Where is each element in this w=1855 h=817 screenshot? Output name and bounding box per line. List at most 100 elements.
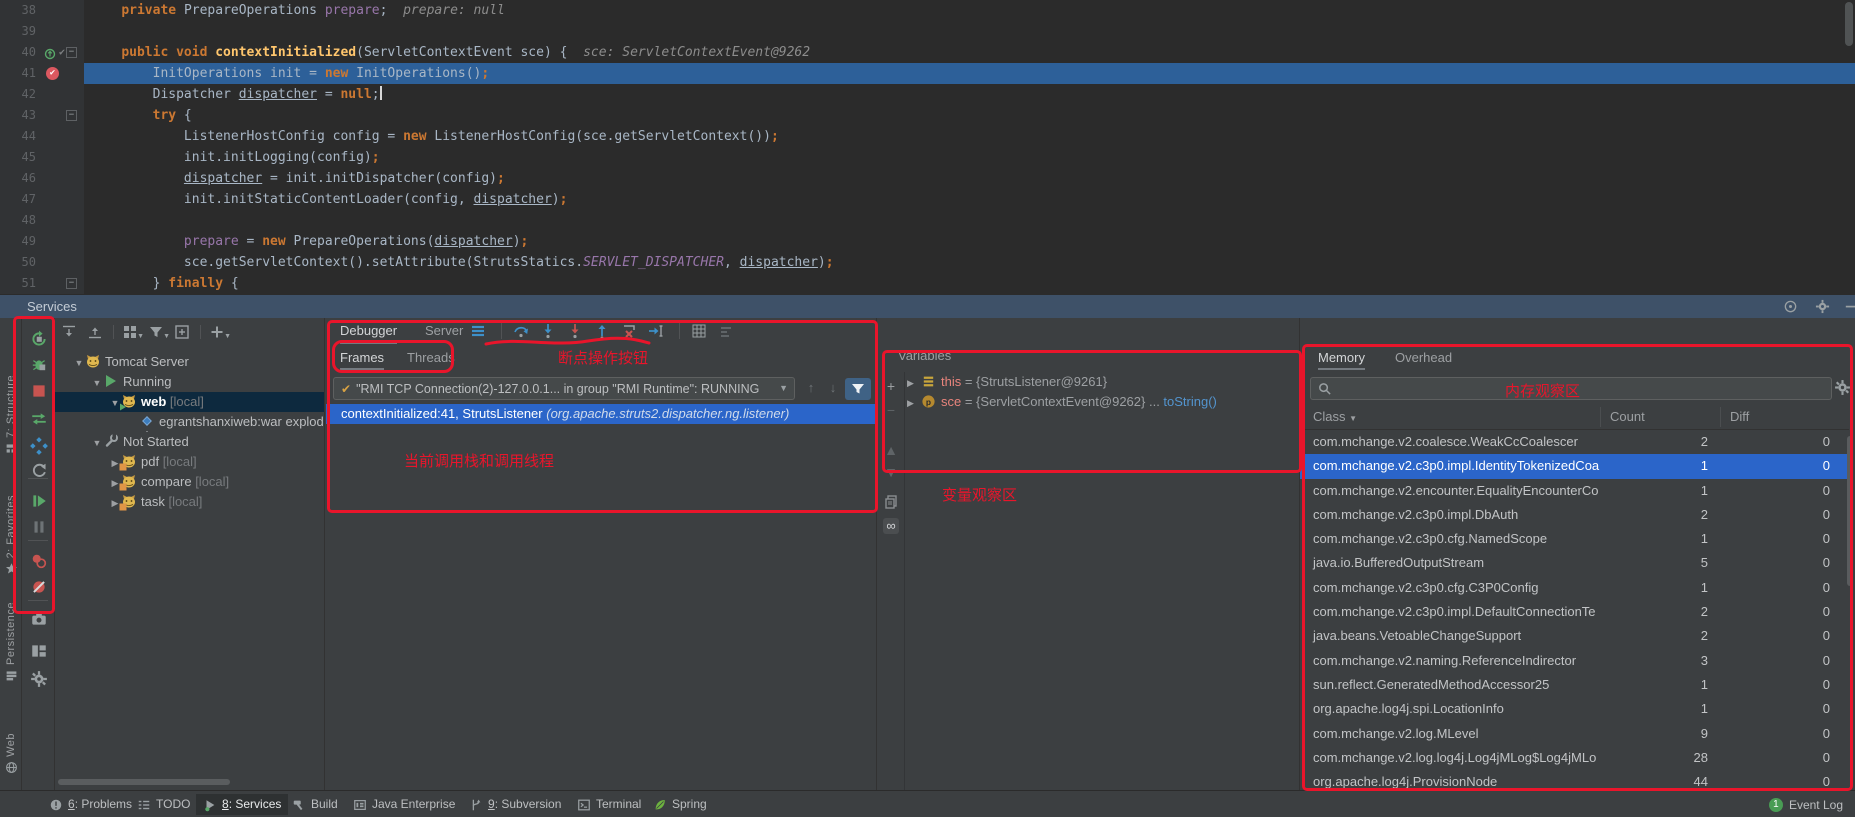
run-to-cursor-button[interactable]: [648, 323, 664, 339]
column-class[interactable]: Class ▼: [1313, 404, 1357, 432]
tree-item-not-started[interactable]: ▼Not Started: [55, 432, 325, 452]
code-line[interactable]: 49 prepare = new PrepareOperations(dispa…: [0, 231, 1855, 252]
services-tree-panel[interactable]: ▼ ▼ ▼ ▼Tomcat Server▼Running▼web [local]eg…: [55, 318, 325, 790]
editor-scrollbar[interactable]: [1845, 2, 1853, 46]
memory-class-row[interactable]: com.mchange.v2.coalesce.WeakCcCoalescer2…: [1300, 430, 1849, 454]
memory-class-row[interactable]: org.apache.log4j.spi.LocationInfo10: [1300, 697, 1849, 721]
memory-search-input[interactable]: [1310, 377, 1832, 400]
services-tool-window-header[interactable]: Services: [0, 295, 1855, 318]
move-up-button[interactable]: ▲: [883, 442, 899, 458]
expand-icon[interactable]: [61, 324, 77, 340]
tree-item-running[interactable]: ▼Running: [55, 372, 325, 392]
tab-server[interactable]: Server: [425, 318, 463, 344]
memory-class-row[interactable]: com.mchange.v2.c3p0.cfg.C3P0Config10: [1300, 576, 1849, 600]
tree-item-tomcat-server[interactable]: ▼Tomcat Server: [55, 352, 325, 372]
statusbar-spring-button[interactable]: Spring: [646, 794, 714, 815]
step-into-button[interactable]: [540, 323, 556, 339]
hide-library-frames-filter-button[interactable]: [845, 378, 871, 400]
code-line[interactable]: 40✔− public void contextInitialized(Serv…: [0, 42, 1855, 63]
code-line[interactable]: 39: [0, 21, 1855, 42]
collapse-icon[interactable]: [87, 324, 103, 340]
memory-class-row[interactable]: com.mchange.v2.log.MLevel90: [1300, 722, 1849, 746]
tool-window-stripe--structure[interactable]: 7: Structure: [0, 375, 22, 485]
step-over-button[interactable]: [513, 323, 529, 339]
memory-class-row[interactable]: com.mchange.v2.c3p0.impl.DbAuth20: [1300, 503, 1849, 527]
memory-class-row[interactable]: sun.reflect.GeneratedMethodAccessor2510: [1300, 673, 1849, 697]
tree-item-egrantshanxiweb-war-explod[interactable]: egrantshanxiweb:war explod: [55, 412, 325, 432]
tree-item-task[interactable]: ▶task [local]: [55, 492, 325, 512]
layout-button[interactable]: [30, 642, 48, 660]
memory-class-row[interactable]: com.mchange.v2.c3p0.impl.DefaultConnecti…: [1300, 600, 1849, 624]
tree-item-pdf[interactable]: ▶pdf [local]: [55, 452, 325, 472]
tree-open-arrow-icon[interactable]: ▼: [73, 353, 85, 372]
fold-marker[interactable]: −: [66, 110, 77, 121]
fold-marker[interactable]: −: [66, 278, 77, 289]
statusbar-build-button[interactable]: Build: [285, 794, 345, 815]
expand-arrow-icon[interactable]: ▶: [907, 373, 921, 393]
frameplus-icon[interactable]: [174, 324, 190, 340]
settings-gear-icon[interactable]: [1815, 299, 1830, 314]
event-log-button[interactable]: 1 Event Log: [1769, 794, 1843, 815]
layout-menu-icon[interactable]: [470, 323, 486, 339]
column-diff[interactable]: Diff: [1730, 404, 1749, 430]
filter-icon[interactable]: ▼: [148, 324, 164, 340]
add-watch-button[interactable]: +: [883, 378, 899, 394]
tool-window-stripe-web[interactable]: Web: [0, 733, 22, 785]
tree-open-arrow-icon[interactable]: ▼: [91, 373, 103, 392]
variable-row-sce[interactable]: ▶psce = {ServletContextEvent@9262} ... t…: [907, 392, 1217, 412]
tree-item-web[interactable]: ▼web [local]: [55, 392, 325, 412]
code-line[interactable]: 50 sce.getServletContext().setAttribute(…: [0, 252, 1855, 273]
evaluate-grid-icon[interactable]: [691, 323, 707, 339]
statusbar-terminal-button[interactable]: Terminal: [570, 794, 648, 815]
pause-button[interactable]: [30, 518, 48, 536]
code-line[interactable]: 42 Dispatcher dispatcher = null;: [0, 84, 1855, 105]
mute-breakpoints-button[interactable]: [30, 578, 48, 596]
tab-debugger[interactable]: Debugger: [340, 318, 397, 344]
tree-open-arrow-icon[interactable]: ▼: [91, 433, 103, 452]
rerun-button[interactable]: [30, 330, 48, 348]
code-line[interactable]: 46 dispatcher = init.initDispatcher(conf…: [0, 168, 1855, 189]
tab-overhead[interactable]: Overhead: [1395, 346, 1452, 370]
move-down-button[interactable]: ▼: [883, 464, 899, 480]
fold-marker[interactable]: −: [66, 47, 77, 58]
duplicate-button[interactable]: [883, 494, 899, 510]
tool-window-stripe--favorites[interactable]: 2: Favorites: [0, 495, 22, 601]
memory-class-row[interactable]: com.mchange.v2.c3p0.cfg.NamedScope10: [1300, 527, 1849, 551]
code-line[interactable]: 48: [0, 210, 1855, 231]
deploy-arrows-button[interactable]: [30, 410, 48, 428]
memory-class-row[interactable]: java.beans.VetoableChangeSupport20: [1300, 624, 1849, 648]
statusbar-java-enterprise-button[interactable]: Java Enterprise: [346, 794, 462, 815]
stop-button[interactable]: [30, 382, 48, 400]
memory-class-row[interactable]: com.mchange.v2.log.log4j.Log4jMLog$Log4j…: [1300, 746, 1849, 770]
tab-memory[interactable]: Memory: [1318, 346, 1365, 370]
memory-settings-gear-icon[interactable]: [1834, 379, 1851, 396]
statusbar--subversion-button[interactable]: 9: Subversion: [462, 794, 568, 815]
view-breakpoints-button[interactable]: [30, 552, 48, 570]
override-method-icon[interactable]: [44, 46, 56, 58]
next-frame-button[interactable]: ↓: [825, 380, 841, 396]
resume-button[interactable]: [30, 492, 48, 510]
column-count[interactable]: Count: [1610, 404, 1645, 430]
grouping-icon[interactable]: ▼: [122, 324, 138, 340]
code-editor[interactable]: 38 private PrepareOperations prepare; pr…: [0, 0, 1855, 295]
addplus-icon[interactable]: ▼: [209, 324, 225, 340]
hotswap-button[interactable]: [30, 437, 48, 455]
tab-threads[interactable]: Threads: [407, 346, 455, 370]
code-line[interactable]: 47 init.initStaticContentLoader(config, …: [0, 189, 1855, 210]
previous-frame-button[interactable]: ↑: [803, 380, 819, 396]
step-out-button[interactable]: [594, 323, 610, 339]
tostring-link[interactable]: toString(): [1163, 394, 1216, 409]
thread-selector-dropdown[interactable]: ✔"RMI TCP Connection(2)-127.0.0.1... in …: [333, 377, 795, 400]
drop-frame-button[interactable]: [621, 323, 637, 339]
thread-dump-button[interactable]: [30, 610, 48, 628]
memory-table-header[interactable]: Class ▼ Count Diff: [1300, 404, 1849, 430]
statusbar-todo-button[interactable]: TODO: [130, 794, 197, 815]
code-line[interactable]: 51− } finally {: [0, 273, 1855, 294]
variable-row-this[interactable]: ▶this = {StrutsListener@9261}: [907, 372, 1107, 392]
force-step-into-button[interactable]: [567, 323, 583, 339]
memory-class-row[interactable]: java.io.BufferedOutputStream50: [1300, 551, 1849, 575]
hide-icon[interactable]: [1843, 299, 1855, 314]
code-line[interactable]: 45 init.initLogging(config);: [0, 147, 1855, 168]
evaluate-button[interactable]: ∞: [883, 518, 899, 534]
memory-class-row[interactable]: com.mchange.v2.naming.ReferenceIndirecto…: [1300, 649, 1849, 673]
